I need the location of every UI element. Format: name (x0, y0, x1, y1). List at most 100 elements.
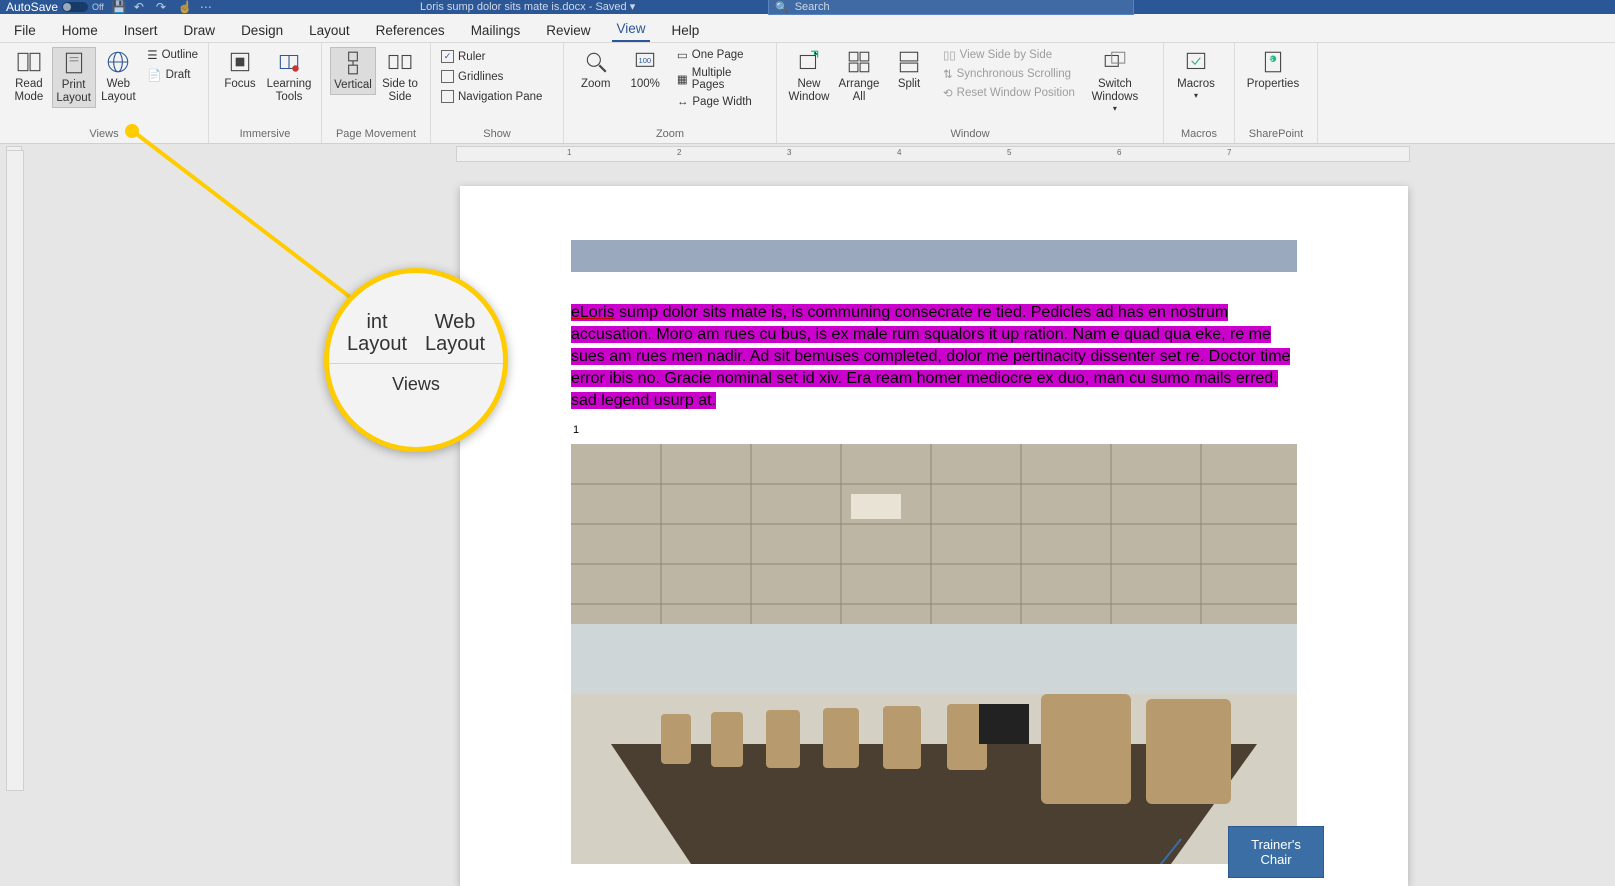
sync-scroll-icon: ⇅ (943, 67, 953, 81)
ruler-mark: 7 (1227, 148, 1231, 157)
title-bar: AutoSave Off 💾 ↶ ↷ ☝ ⋯ Loris sump dolor … (0, 0, 1615, 14)
group-window: New Window Arrange All Split ▯▯ View Sid… (777, 43, 1164, 143)
gridlines-checkbox[interactable]: Gridlines (439, 69, 555, 84)
tab-review[interactable]: Review (542, 19, 594, 42)
group-macros: Macros ▾ Macros (1164, 43, 1235, 143)
tab-design[interactable]: Design (237, 19, 287, 42)
title-placeholder (571, 240, 1297, 272)
properties-button[interactable]: S Properties (1243, 47, 1303, 93)
autosave-state: Off (92, 2, 104, 12)
vertical-ruler[interactable] (6, 150, 24, 791)
checkbox-icon (441, 70, 454, 83)
group-label-zoom: Zoom (572, 127, 768, 141)
view-side-by-side-button[interactable]: ▯▯ View Side by Side (941, 47, 1077, 63)
undo-icon[interactable]: ↶ (134, 0, 148, 14)
side-to-side-icon (387, 49, 413, 75)
paragraph-prefix: eLoris (571, 304, 615, 321)
ruler-mark: 2 (677, 148, 681, 157)
save-icon[interactable]: 💾 (112, 0, 126, 14)
draft-icon: 📄 (147, 68, 161, 82)
vertical-button[interactable]: Vertical (330, 47, 376, 95)
arrange-all-icon (846, 49, 872, 75)
web-layout-button[interactable]: Web Layout (98, 47, 140, 106)
read-mode-button[interactable]: Read Mode (8, 47, 50, 106)
chevron-down-icon: ▾ (1113, 104, 1117, 113)
group-zoom: Zoom 100 100% ▭ One Page ▦ Multiple Page… (564, 43, 777, 143)
annotation-leader-line (130, 128, 362, 308)
outline-icon: ☰ (147, 48, 157, 62)
ruler-mark: 5 (1007, 148, 1011, 157)
one-page-button[interactable]: ▭ One Page (675, 47, 768, 63)
zoom-100-button[interactable]: 100 100% (621, 47, 668, 93)
arrange-all-button[interactable]: Arrange All (835, 47, 883, 106)
search-icon: 🔍 (775, 1, 789, 14)
tab-home[interactable]: Home (58, 19, 102, 42)
ruler-mark: 6 (1117, 148, 1121, 157)
learning-tools-button[interactable]: Learning Tools (265, 47, 313, 106)
tab-insert[interactable]: Insert (120, 19, 162, 42)
multiple-pages-icon: ▦ (677, 72, 688, 86)
mag-web-layout: WebLayout (416, 311, 494, 355)
qa-icon[interactable]: ⋯ (200, 0, 214, 14)
reset-position-icon: ⟲ (943, 86, 953, 100)
tab-references[interactable]: References (372, 19, 449, 42)
quick-access-toolbar: 💾 ↶ ↷ ☝ ⋯ (112, 0, 214, 14)
zoom-button[interactable]: Zoom (572, 47, 619, 93)
tab-help[interactable]: Help (668, 19, 704, 42)
page-number: 1 (573, 424, 579, 436)
vertical-icon (340, 50, 366, 76)
group-label-sharepoint: SharePoint (1243, 127, 1309, 141)
split-button[interactable]: Split (885, 47, 933, 93)
horizontal-ruler[interactable]: 1 2 3 4 5 6 7 (456, 146, 1410, 162)
toggle-off-icon[interactable] (62, 2, 88, 12)
new-window-icon (796, 49, 822, 75)
tab-mailings[interactable]: Mailings (467, 19, 525, 42)
search-placeholder: Search (795, 1, 830, 13)
body-paragraph[interactable]: eLoris sump dolor sits mate is, is commu… (571, 302, 1297, 412)
group-label-show: Show (439, 127, 555, 141)
tab-layout[interactable]: Layout (305, 19, 354, 42)
side-to-side-button[interactable]: Side to Side (378, 47, 422, 106)
touch-mode-icon[interactable]: ☝ (178, 0, 192, 14)
navigation-pane-checkbox[interactable]: Navigation Pane (439, 89, 555, 104)
autosave-label: AutoSave (6, 0, 58, 14)
hundred-percent-icon: 100 (632, 49, 658, 75)
ruler-mark: 4 (897, 148, 901, 157)
paragraph-text: sump dolor sits mate is, is communing co… (571, 304, 1290, 409)
redo-icon[interactable]: ↷ (156, 0, 170, 14)
document-title: Loris sump dolor sits mate is.docx - Sav… (420, 0, 635, 13)
mag-views-label: Views (329, 363, 503, 395)
inserted-image[interactable]: Trainer'sChair (571, 444, 1297, 864)
synchronous-scrolling-button[interactable]: ⇅ Synchronous Scrolling (941, 66, 1077, 82)
ruler-checkbox[interactable]: Ruler (439, 49, 555, 64)
group-label-window: Window (785, 127, 1155, 141)
new-window-button[interactable]: New Window (785, 47, 833, 106)
annotation-dot (125, 124, 139, 138)
multiple-pages-button[interactable]: ▦ Multiple Pages (675, 66, 768, 92)
draft-button[interactable]: 📄 Draft (145, 67, 200, 83)
ruler-mark: 3 (787, 148, 791, 157)
search-box[interactable]: 🔍 Search (768, 0, 1134, 15)
focus-icon (227, 49, 253, 75)
tab-draw[interactable]: Draw (180, 19, 220, 42)
print-layout-button[interactable]: Print Layout (52, 47, 96, 108)
checkbox-icon (441, 50, 454, 63)
autosave-toggle[interactable]: AutoSave Off (6, 0, 104, 14)
switch-windows-button[interactable]: Switch Windows ▾ (1085, 47, 1145, 116)
chevron-down-icon[interactable]: ▾ (630, 1, 636, 13)
web-layout-icon (105, 49, 131, 75)
page-width-button[interactable]: ↔ Page Width (675, 95, 768, 109)
callout-box[interactable]: Trainer'sChair (1228, 826, 1324, 878)
reset-window-position-button[interactable]: ⟲ Reset Window Position (941, 85, 1077, 101)
switch-windows-icon (1102, 49, 1128, 75)
document-page: eLoris sump dolor sits mate is, is commu… (460, 186, 1408, 886)
svg-text:100: 100 (639, 56, 652, 65)
outline-button[interactable]: ☰ Outline (145, 47, 200, 63)
tab-view[interactable]: View (612, 17, 649, 42)
tab-file[interactable]: File (10, 19, 40, 42)
checkbox-icon (441, 90, 454, 103)
focus-button[interactable]: Focus (217, 47, 263, 93)
page-width-icon: ↔ (677, 96, 689, 108)
zoom-icon (583, 49, 609, 75)
macros-button[interactable]: Macros ▾ (1172, 47, 1220, 102)
